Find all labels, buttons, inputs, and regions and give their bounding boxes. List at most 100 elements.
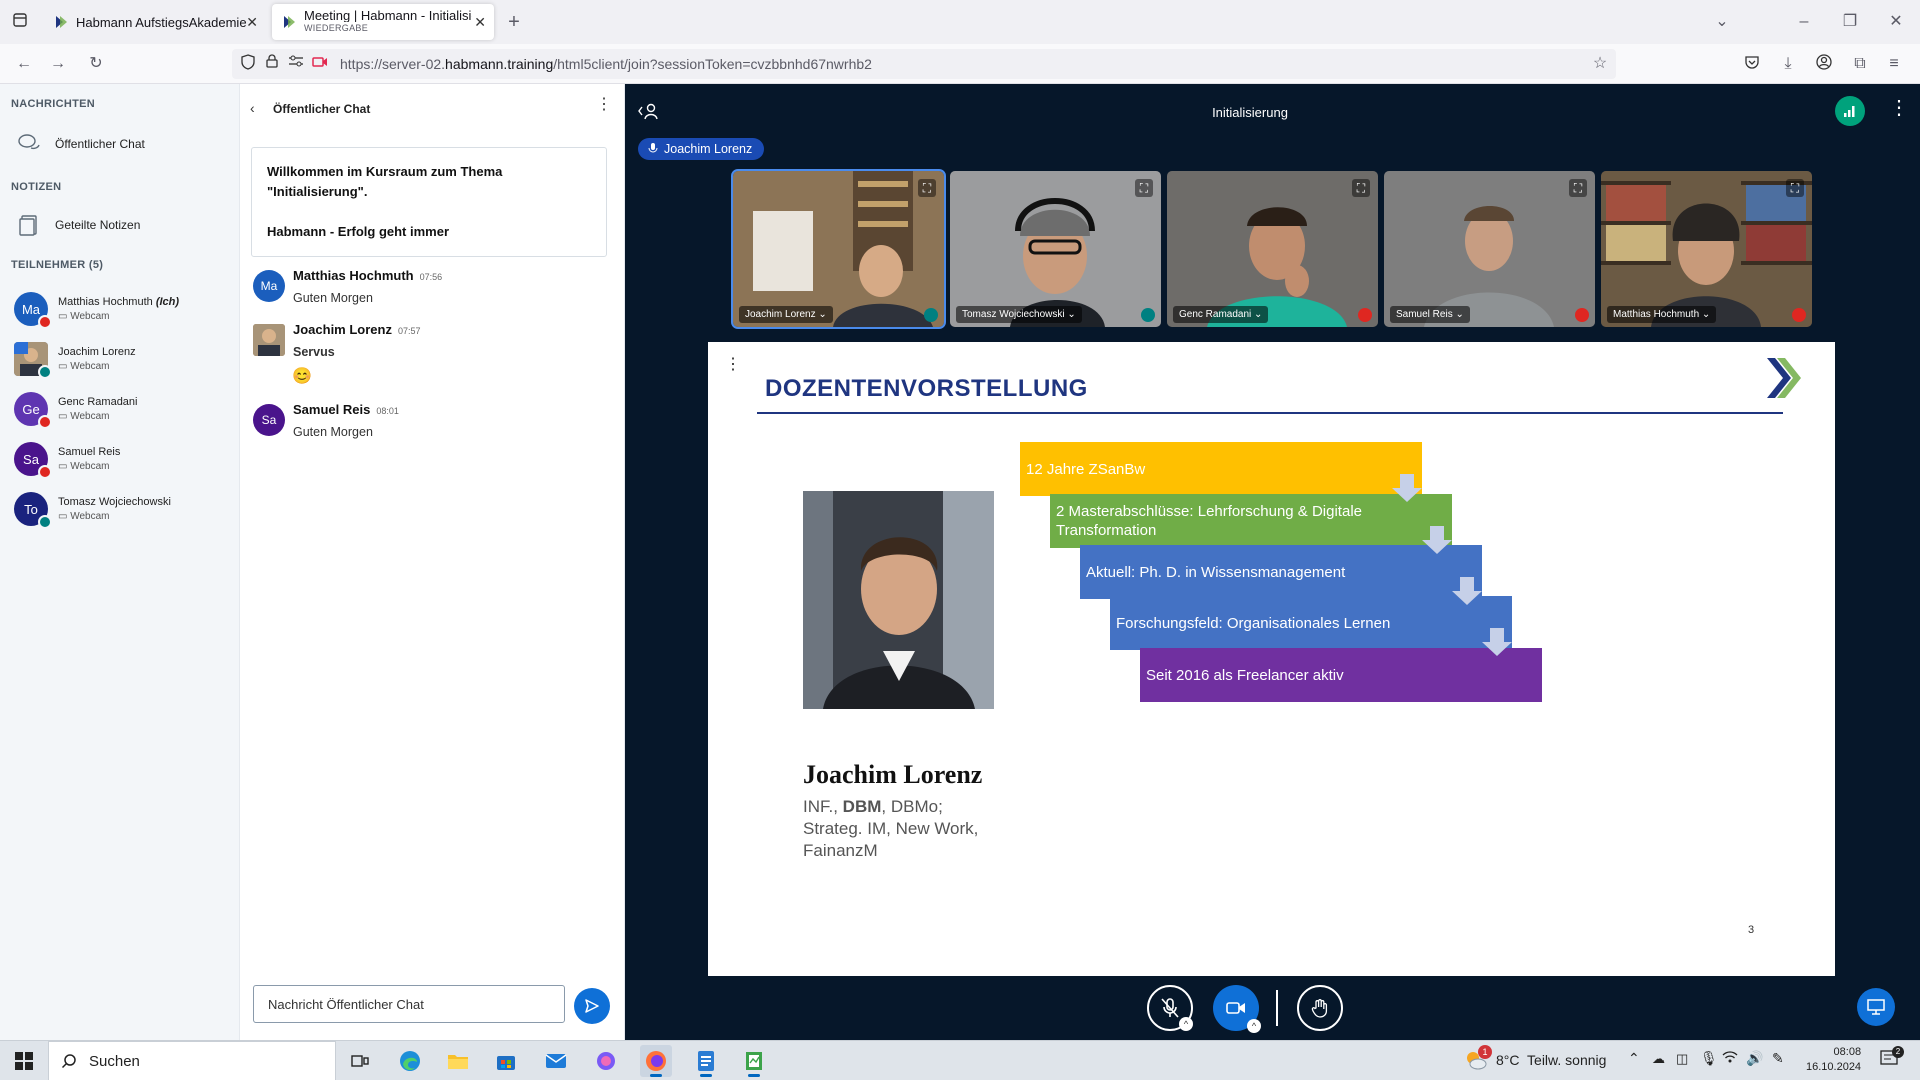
speaker-icon[interactable]: 🔊 [1746,1050,1763,1067]
wifi-icon[interactable] [1722,1050,1738,1067]
taskbar-search-box[interactable]: Suchen [48,1041,336,1080]
url-bar[interactable]: https://server-02.habmann.training/html5… [232,49,1616,79]
tab-overflow-chevron-icon[interactable]: ⌄ [1712,12,1732,32]
weather-text[interactable]: 8°C Teilw. sonnig [1496,1052,1606,1068]
participant-item[interactable]: Ma Matthias Hochmuth (Ich) ▭ Webcam [14,292,234,336]
edge-browser-icon[interactable] [394,1045,426,1077]
hand-icon [1311,999,1328,1018]
camera-in-use-icon[interactable]: ◫ [1676,1051,1688,1067]
pocket-icon[interactable] [1742,54,1762,74]
fullscreen-icon[interactable]: ⛶ [1786,179,1804,197]
presenter-avatar-photo-icon [253,324,285,356]
fullscreen-icon[interactable]: ⛶ [1352,179,1370,197]
restore-presentation-button[interactable] [1857,988,1895,1026]
avatar: Ma [253,270,285,302]
copilot-icon[interactable] [590,1045,622,1077]
muted-mic-icon [38,415,52,429]
send-message-button[interactable] [574,988,610,1024]
chat-options-icon[interactable]: ⋮ [596,97,612,113]
new-tab-icon[interactable]: + [504,12,524,32]
chat-message: Sa Samuel Reis 08:01 Guten Morgen [253,402,613,444]
notifications-icon[interactable]: 2 [1880,1046,1904,1071]
fullscreen-icon[interactable]: ⛶ [1135,179,1153,197]
presenter-name: Joachim Lorenz [803,760,983,789]
tab-title: Meeting | Habmann - Initialisie [304,9,472,22]
participant-item[interactable]: To Tomasz Wojciechowski ▭ Webcam [14,492,234,536]
account-icon[interactable] [1814,54,1834,74]
permissions-icon[interactable] [286,54,306,74]
taskbar-clock[interactable]: 08:08 16.10.2024 [1806,1045,1861,1075]
chat-back-chevron-icon[interactable]: ‹ [250,100,255,116]
window-close-icon[interactable]: ✕ [1886,12,1906,32]
webcam-tile[interactable]: Genc Ramadani ⌄ ⛶ [1167,171,1378,327]
back-icon[interactable]: ← [14,54,34,74]
connection-status-button[interactable] [1835,96,1865,126]
webcam-tile[interactable]: Joachim Lorenz ⌄ ⛶ [731,169,946,329]
sidebar-item-label: Geteilte Notizen [55,218,141,232]
webcam-tile[interactable]: Tomasz Wojciechowski ⌄ ⛶ [950,171,1161,327]
mic-off-icon [1161,998,1179,1018]
participant-item[interactable]: Ge Genc Ramadani ▭ Webcam [14,392,234,436]
participant-item[interactable]: Joachim Lorenz ▭ Webcam [14,342,234,386]
browser-tab-akademie[interactable]: Habmann AufstiegsAkademie ✕ [44,4,266,40]
participant-webcam-status: ▭ Webcam [58,311,110,322]
webcam-tile[interactable]: Matthias Hochmuth ⌄ ⛶ [1601,171,1812,327]
chat-message-text: Servus [293,345,335,359]
camera-sharing-icon[interactable] [310,54,330,74]
restore-icon[interactable]: ❐ [1840,12,1860,32]
reload-icon[interactable]: ↻ [86,54,106,74]
close-tab-icon[interactable]: ✕ [474,14,486,31]
meeting-options-icon[interactable]: ⋮ [1889,98,1909,118]
raise-hand-button[interactable] [1297,985,1343,1031]
firefox-icon[interactable] [640,1045,672,1077]
pen-icon[interactable]: ✎ [1772,1050,1784,1067]
browser-nav-bar: ← → ↻ https://server-02.habmann.training… [0,44,1920,84]
mute-button[interactable]: ^ [1147,985,1193,1031]
word-doc-icon[interactable] [690,1045,722,1077]
career-step-1: 12 Jahre ZSanBw [1020,442,1422,496]
mail-icon[interactable] [540,1045,572,1077]
smiley-emoji: 😊 [292,368,312,385]
tray-app-icon[interactable]: ☁ [1652,1051,1665,1067]
notes-app-icon[interactable] [738,1045,770,1077]
tray-overflow-chevron-icon[interactable]: ⌃ [1628,1050,1640,1067]
habmann-favicon [284,16,295,28]
menu-icon[interactable]: ≡ [1884,54,1904,74]
slide-title: DOZENTENVORSTELLUNG [765,375,1088,402]
webcam-button[interactable]: ^ [1213,985,1261,1033]
audio-settings-caret-icon[interactable]: ^ [1179,1017,1193,1031]
url-text[interactable]: https://server-02.habmann.training/html5… [340,56,872,72]
forward-icon[interactable]: → [48,54,68,74]
shield-icon[interactable] [238,54,258,74]
task-view-icon[interactable] [344,1045,376,1077]
sidebar-item-shared-notes[interactable]: Geteilte Notizen [17,213,140,237]
webcam-video [1384,171,1595,327]
presenter-photo [803,491,994,709]
talking-indicator[interactable]: Joachim Lorenz [638,138,765,160]
slide-title-underline [757,412,1783,414]
presentation-options-icon[interactable]: ⋮ [725,354,741,374]
downloads-icon[interactable]: ⤓ [1778,54,1798,74]
close-tab-icon[interactable]: ✕ [246,14,258,31]
windows-start-icon[interactable] [8,1045,40,1077]
extensions-icon[interactable]: ⧉ [1850,54,1870,74]
muted-mic-icon [38,315,52,329]
chat-message: Joachim Lorenz 07:57 Servus 😊 [253,322,613,385]
browser-tab-meeting[interactable]: Meeting | Habmann - Initialisie WIEDERGA… [272,4,494,40]
video-settings-caret-icon[interactable]: ^ [1247,1019,1261,1033]
lock-icon[interactable] [262,54,282,74]
microphone-in-use-icon[interactable]: 🎙 [1700,1050,1718,1067]
bookmark-star-icon[interactable]: ☆ [1590,54,1610,74]
microsoft-store-icon[interactable] [490,1045,522,1077]
participant-item[interactable]: Sa Samuel Reis ▭ Webcam [14,442,234,486]
fullscreen-icon[interactable]: ⛶ [1569,179,1587,197]
chat-message-input[interactable]: Nachricht Öffentlicher Chat [253,985,565,1023]
webcam-tile[interactable]: Samuel Reis ⌄ ⛶ [1384,171,1595,327]
sidebar-item-public-chat[interactable]: Öffentlicher Chat [17,132,145,156]
send-icon [585,999,599,1013]
tab-list-icon[interactable] [10,12,30,32]
file-explorer-icon[interactable] [442,1045,474,1077]
fullscreen-icon[interactable]: ⛶ [918,179,936,197]
minimize-icon[interactable]: – [1794,12,1814,32]
weather-icon[interactable]: 1 [1464,1045,1492,1073]
